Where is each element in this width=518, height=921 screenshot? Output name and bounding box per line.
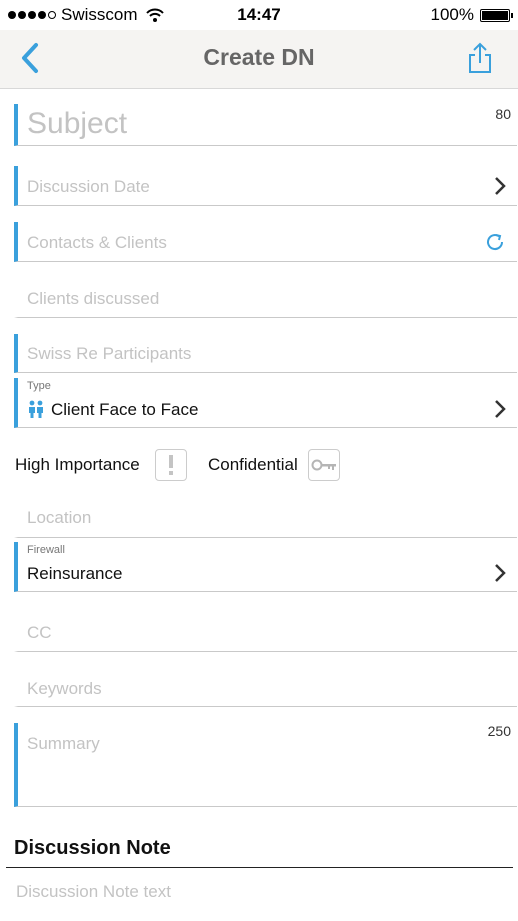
location-placeholder: Location (27, 508, 92, 527)
high-importance-toggle[interactable] (155, 449, 187, 481)
firewall-value: Reinsurance (27, 564, 123, 583)
flags-row: High Importance Confidential (14, 446, 513, 486)
high-importance-label: High Importance (15, 455, 140, 474)
confidential-label: Confidential (208, 455, 298, 474)
battery-icon (480, 8, 513, 22)
page-title: Create DN (203, 44, 315, 70)
clients-discussed-field[interactable]: Clients discussed (14, 280, 517, 318)
contacts-clients-placeholder: Contacts & Clients (27, 233, 167, 252)
battery-percent: 100% (430, 5, 474, 24)
firewall-field[interactable]: Firewall Reinsurance (14, 542, 517, 592)
location-field[interactable]: Location (14, 498, 517, 538)
status-bar: Swisscom 14:47 100% (0, 0, 518, 30)
keywords-field[interactable]: Keywords (14, 668, 517, 707)
cc-field[interactable]: CC (14, 612, 517, 652)
type-value: Client Face to Face (51, 400, 199, 419)
chevron-right-icon (495, 177, 506, 195)
exclamation-icon (169, 455, 173, 475)
share-button[interactable] (468, 42, 492, 74)
chevron-right-icon (495, 564, 506, 582)
type-field[interactable]: Type Client Face to Face (14, 378, 517, 428)
navigation-bar: Create DN (0, 30, 518, 89)
summary-field[interactable]: Summary 250 (14, 723, 517, 807)
cc-placeholder: CC (27, 623, 52, 642)
swiss-re-participants-placeholder: Swiss Re Participants (27, 344, 192, 363)
clients-discussed-placeholder: Clients discussed (27, 289, 160, 308)
discussion-note-heading: Discussion Note (14, 837, 171, 859)
subject-char-counter: 80 (495, 106, 511, 122)
refresh-icon[interactable] (483, 230, 507, 254)
firewall-label: Firewall (27, 544, 65, 556)
share-icon (469, 42, 491, 73)
summary-placeholder: Summary (27, 734, 100, 753)
swiss-re-participants-field[interactable]: Swiss Re Participants (14, 334, 517, 373)
contacts-clients-field[interactable]: Contacts & Clients (14, 222, 517, 262)
discussion-date-field[interactable]: Discussion Date (14, 166, 517, 206)
section-divider (6, 867, 513, 868)
discussion-note-text-input[interactable]: Discussion Note text (16, 882, 171, 902)
summary-char-counter: 250 (487, 723, 511, 739)
key-icon (311, 459, 336, 471)
type-label: Type (27, 380, 51, 392)
chevron-right-icon (495, 400, 506, 418)
subject-field[interactable]: Subject 80 (14, 104, 517, 146)
confidential-toggle[interactable] (308, 449, 340, 481)
keywords-placeholder: Keywords (27, 679, 102, 698)
subject-placeholder: Subject (27, 107, 128, 140)
people-icon (29, 400, 43, 418)
discussion-date-placeholder: Discussion Date (27, 177, 150, 196)
